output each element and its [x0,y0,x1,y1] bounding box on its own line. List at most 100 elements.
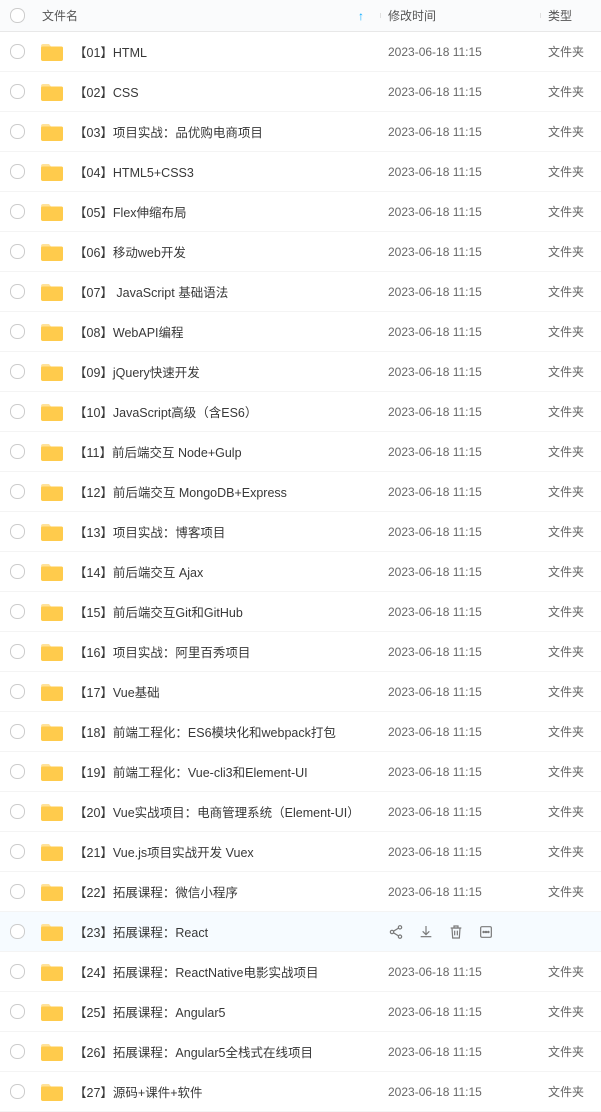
select-all-checkbox[interactable] [10,8,25,23]
row-name-cell[interactable]: 【23】拓展课程：React [34,922,380,942]
row-name-cell[interactable]: 【22】拓展课程：微信小程序 [34,882,380,902]
row-name-cell[interactable]: 【04】HTML5+CSS3 [34,162,380,182]
row-checkbox[interactable] [10,244,25,259]
row-checkbox[interactable] [10,204,25,219]
row-checkbox[interactable] [10,804,25,819]
row-checkbox[interactable] [10,1004,25,1019]
row-name-cell[interactable]: 【17】Vue基础 [34,682,380,702]
row-date-cell: 2023-06-18 11:15 [380,845,540,859]
table-row[interactable]: 【15】前后端交互Git和GitHub2023-06-18 11:15文件夹 [0,592,601,632]
table-row[interactable]: 【10】JavaScript高级（含ES6）2023-06-18 11:15文件… [0,392,601,432]
row-checkbox-cell [0,524,34,539]
row-name-cell[interactable]: 【27】源码+课件+软件 [34,1082,380,1102]
row-name-cell[interactable]: 【03】项目实战：品优购电商项目 [34,122,380,142]
table-row[interactable]: 【26】拓展课程：Angular5全栈式在线项目2023-06-18 11:15… [0,1032,601,1072]
row-checkbox[interactable] [10,724,25,739]
row-checkbox[interactable] [10,404,25,419]
header-name-column[interactable]: 文件名 ↑ [34,7,380,24]
row-date-cell: 2023-06-18 11:15 [380,885,540,899]
row-date-cell: 2023-06-18 11:15 [380,205,540,219]
row-checkbox[interactable] [10,1044,25,1059]
row-checkbox[interactable] [10,44,25,59]
row-name-cell[interactable]: 【06】移动web开发 [34,242,380,262]
row-checkbox[interactable] [10,284,25,299]
more-icon[interactable] [478,924,494,940]
row-checkbox[interactable] [10,964,25,979]
row-checkbox[interactable] [10,124,25,139]
header-type-column[interactable]: 类型 [540,7,601,24]
table-row[interactable]: 【05】Flex伸缩布局2023-06-18 11:15文件夹 [0,192,601,232]
row-name-cell[interactable]: 【25】拓展课程：Angular5 [34,1002,380,1022]
row-checkbox[interactable] [10,324,25,339]
row-checkbox[interactable] [10,644,25,659]
table-row[interactable]: 【06】移动web开发2023-06-18 11:15文件夹 [0,232,601,272]
row-name-cell[interactable]: 【05】Flex伸缩布局 [34,202,380,222]
row-checkbox[interactable] [10,764,25,779]
row-name-cell[interactable]: 【24】拓展课程：ReactNative电影实战项目 [34,962,380,982]
row-name-cell[interactable]: 【15】前后端交互Git和GitHub [34,602,380,622]
table-row[interactable]: 【09】jQuery快速开发2023-06-18 11:15文件夹 [0,352,601,392]
table-row[interactable]: 【16】项目实战：阿里百秀项目2023-06-18 11:15文件夹 [0,632,601,672]
row-checkbox[interactable] [10,564,25,579]
row-checkbox[interactable] [10,1084,25,1099]
table-row[interactable]: 【27】源码+课件+软件2023-06-18 11:15文件夹 [0,1072,601,1112]
row-name-cell[interactable]: 【19】前端工程化：Vue-cli3和Element-UI [34,762,380,782]
row-name-cell[interactable]: 【07】 JavaScript 基础语法 [34,282,380,302]
row-checkbox[interactable] [10,484,25,499]
table-row[interactable]: 【14】前后端交互 Ajax2023-06-18 11:15文件夹 [0,552,601,592]
folder-icon [40,1002,64,1022]
row-name-cell[interactable]: 【14】前后端交互 Ajax [34,562,380,582]
table-row[interactable]: 【08】WebAPI编程2023-06-18 11:15文件夹 [0,312,601,352]
file-name: 【18】前端工程化：ES6模块化和webpack打包 [74,722,336,741]
row-name-cell[interactable]: 【21】Vue.js项目实战开发 Vuex [34,842,380,862]
row-name-cell[interactable]: 【10】JavaScript高级（含ES6） [34,402,380,422]
table-row[interactable]: 【17】Vue基础2023-06-18 11:15文件夹 [0,672,601,712]
row-name-cell[interactable]: 【18】前端工程化：ES6模块化和webpack打包 [34,722,380,742]
row-type-cell: 文件夹 [540,443,601,460]
table-row[interactable]: 【21】Vue.js项目实战开发 Vuex2023-06-18 11:15文件夹 [0,832,601,872]
header-date-column[interactable]: 修改时间 [380,7,540,24]
row-name-cell[interactable]: 【08】WebAPI编程 [34,322,380,342]
share-icon[interactable] [388,924,404,940]
row-checkbox[interactable] [10,364,25,379]
file-name: 【06】移动web开发 [74,242,186,261]
row-checkbox[interactable] [10,884,25,899]
row-checkbox[interactable] [10,604,25,619]
table-row[interactable]: 【03】项目实战：品优购电商项目2023-06-18 11:15文件夹 [0,112,601,152]
table-row[interactable]: 【19】前端工程化：Vue-cli3和Element-UI2023-06-18 … [0,752,601,792]
row-checkbox[interactable] [10,84,25,99]
row-name-cell[interactable]: 【13】项目实战：博客项目 [34,522,380,542]
table-row[interactable]: 【01】HTML2023-06-18 11:15文件夹 [0,32,601,72]
row-checkbox[interactable] [10,844,25,859]
row-name-cell[interactable]: 【26】拓展课程：Angular5全栈式在线项目 [34,1042,380,1062]
table-row[interactable]: 【11】前后端交互 Node+Gulp2023-06-18 11:15文件夹 [0,432,601,472]
row-checkbox[interactable] [10,164,25,179]
table-row[interactable]: 【20】Vue实战项目：电商管理系统（Element-UI）2023-06-18… [0,792,601,832]
table-row[interactable]: 【23】拓展课程：React [0,912,601,952]
row-name-cell[interactable]: 【09】jQuery快速开发 [34,362,380,382]
row-checkbox[interactable] [10,444,25,459]
row-checkbox[interactable] [10,924,25,939]
table-row[interactable]: 【18】前端工程化：ES6模块化和webpack打包2023-06-18 11:… [0,712,601,752]
row-name-cell[interactable]: 【11】前后端交互 Node+Gulp [34,442,380,462]
row-checkbox[interactable] [10,684,25,699]
table-row[interactable]: 【07】 JavaScript 基础语法2023-06-18 11:15文件夹 [0,272,601,312]
row-checkbox-cell [0,44,34,59]
row-name-cell[interactable]: 【20】Vue实战项目：电商管理系统（Element-UI） [34,802,380,822]
row-name-cell[interactable]: 【16】项目实战：阿里百秀项目 [34,642,380,662]
table-row[interactable]: 【25】拓展课程：Angular52023-06-18 11:15文件夹 [0,992,601,1032]
header-name-label: 文件名 [42,7,78,24]
table-row[interactable]: 【22】拓展课程：微信小程序2023-06-18 11:15文件夹 [0,872,601,912]
row-name-cell[interactable]: 【12】前后端交互 MongoDB+Express [34,482,380,502]
row-checkbox[interactable] [10,524,25,539]
row-type-cell: 文件夹 [540,963,601,980]
table-row[interactable]: 【04】HTML5+CSS32023-06-18 11:15文件夹 [0,152,601,192]
table-row[interactable]: 【13】项目实战：博客项目2023-06-18 11:15文件夹 [0,512,601,552]
table-row[interactable]: 【02】CSS2023-06-18 11:15文件夹 [0,72,601,112]
table-row[interactable]: 【12】前后端交互 MongoDB+Express2023-06-18 11:1… [0,472,601,512]
delete-icon[interactable] [448,924,464,940]
row-name-cell[interactable]: 【02】CSS [34,82,380,102]
download-icon[interactable] [418,924,434,940]
table-row[interactable]: 【24】拓展课程：ReactNative电影实战项目2023-06-18 11:… [0,952,601,992]
row-name-cell[interactable]: 【01】HTML [34,42,380,62]
